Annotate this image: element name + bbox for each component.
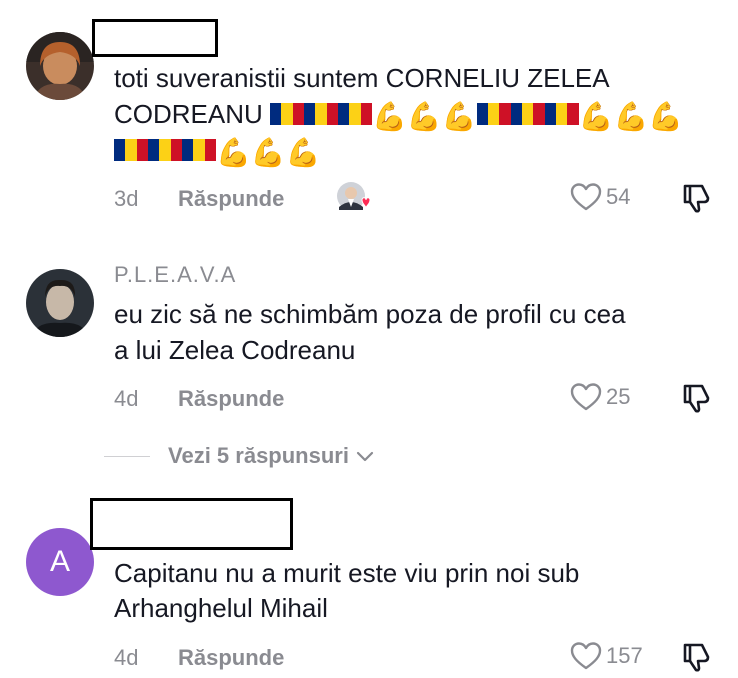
romania-flag-icon: [304, 98, 339, 125]
flexed-biceps-icon: 💪: [406, 101, 442, 132]
like-count: 54: [606, 184, 631, 209]
view-replies-label: Vezi 5 răspunsuri: [168, 443, 349, 468]
reply-button[interactable]: Răspunde: [178, 186, 284, 212]
flexed-biceps-icon: 💪: [441, 101, 477, 132]
flexed-biceps-icon: 💪: [578, 101, 614, 132]
comment-text-line-2: Arhanghelul Mihail: [114, 593, 328, 623]
like-button[interactable]: 25: [570, 382, 630, 412]
flexed-biceps-icon: 💪: [613, 101, 649, 132]
flexed-biceps-icon: 💪: [216, 137, 251, 168]
flexed-biceps-icon: 💪: [372, 101, 407, 132]
flexed-biceps-icon: 💪: [648, 101, 684, 132]
comment-username[interactable]: P.L.E.A.V.A: [114, 262, 236, 288]
avatar-commenter-1[interactable]: [26, 32, 94, 100]
comment-time: 4d: [114, 386, 139, 411]
comment-text-line-1: eu zic să ne schimbăm poza de profil cu …: [114, 299, 626, 329]
reply-button[interactable]: Răspunde: [178, 645, 284, 671]
avatar-commenter-2[interactable]: [26, 269, 94, 337]
romania-flag-icon: [544, 98, 579, 125]
thumbs-down-icon: [683, 384, 710, 413]
romania-flag-icon: [476, 98, 511, 125]
avatar-commenter-3[interactable]: A: [26, 528, 94, 596]
like-count: 25: [606, 384, 631, 409]
like-button[interactable]: 157: [570, 641, 643, 671]
reply-button[interactable]: Răspunde: [178, 386, 284, 412]
emoji-row: 💪💪💪: [114, 134, 321, 168]
comment-text-codreanu: CODREANU: [114, 99, 263, 129]
comment-time: 3d: [114, 186, 139, 211]
redacted-username: [90, 498, 293, 550]
comment-time: 4d: [114, 645, 139, 670]
replies-divider-line: [104, 455, 150, 457]
flexed-biceps-icon: 💪: [250, 137, 286, 168]
thumbs-down-icon: [683, 184, 710, 213]
redacted-username: [92, 19, 218, 57]
avatar-photo-icon: [26, 32, 94, 100]
dislike-button[interactable]: [680, 641, 712, 678]
thumbs-down-icon: [683, 643, 710, 672]
avatar-letter: A: [49, 545, 70, 578]
comment-text-line-2: CODREANU 💪💪💪 💪💪💪: [114, 96, 683, 132]
romania-flag-icon: [510, 98, 545, 125]
comment-text-line-2: a lui Zelea Codreanu: [114, 335, 356, 365]
romania-flag-icon: [114, 134, 148, 161]
creator-liked-badge: [336, 181, 372, 213]
heart-outline-icon: [570, 642, 602, 670]
dislike-button[interactable]: [680, 182, 712, 219]
avatar-photo-icon: [26, 269, 94, 337]
romania-flag-icon: [182, 134, 216, 161]
heart-outline-icon: [570, 183, 602, 211]
flexed-biceps-icon: 💪: [285, 137, 321, 168]
romania-flag-icon: [338, 98, 373, 125]
like-count: 157: [606, 643, 643, 668]
romania-flag-icon: [270, 98, 305, 125]
heart-outline-icon: [570, 383, 602, 411]
comment-text-line-3: 💪💪💪: [114, 132, 321, 168]
view-replies-button[interactable]: Vezi 5 răspunsuri: [104, 443, 375, 469]
emoji-row: 💪💪💪 💪💪💪: [270, 98, 684, 132]
romania-flag-icon: [148, 134, 182, 161]
comment-text-line-1: Capitanu nu a murit este viu prin noi su…: [114, 558, 580, 588]
like-button[interactable]: 54: [570, 182, 630, 212]
creator-avatar-icon: [337, 182, 371, 210]
comment-text-line-1: toti suveranistii suntem CORNELIU ZELEA: [114, 63, 610, 93]
chevron-down-icon: [356, 451, 374, 462]
dislike-button[interactable]: [680, 382, 712, 419]
